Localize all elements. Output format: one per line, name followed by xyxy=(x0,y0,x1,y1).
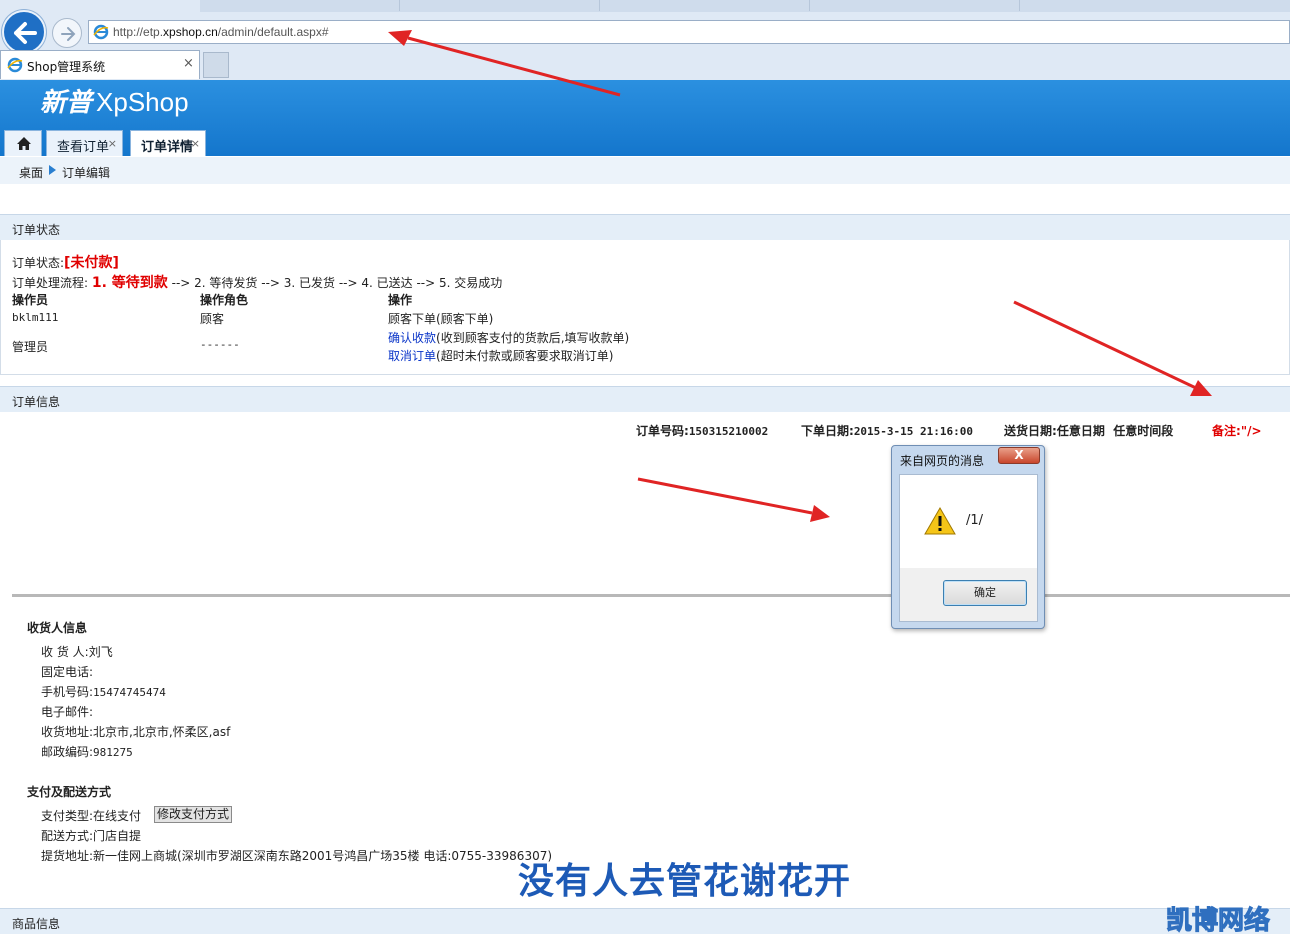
ok-button[interactable]: 确定 xyxy=(943,580,1027,606)
dialog-body: /1/ xyxy=(899,474,1038,568)
dialog-title: 来自网页的消息 xyxy=(900,454,985,468)
dialog-footer: 确定 xyxy=(899,568,1038,622)
arrow-to-remark xyxy=(1013,300,1212,396)
arrow-to-dialog xyxy=(637,477,830,522)
arrow-to-url xyxy=(388,30,621,97)
dialog-message: /1/ xyxy=(966,513,984,528)
annotation-arrows xyxy=(388,30,1212,522)
dialog-close-button[interactable]: X xyxy=(998,447,1040,464)
watermark: 凯博网络 xyxy=(1165,906,1271,937)
warning-icon xyxy=(924,507,956,535)
video-caption: 没有人去管花谢花开 xyxy=(518,861,852,902)
alert-dialog: 来自网页的消息 X /1/ 确定 xyxy=(891,445,1045,629)
